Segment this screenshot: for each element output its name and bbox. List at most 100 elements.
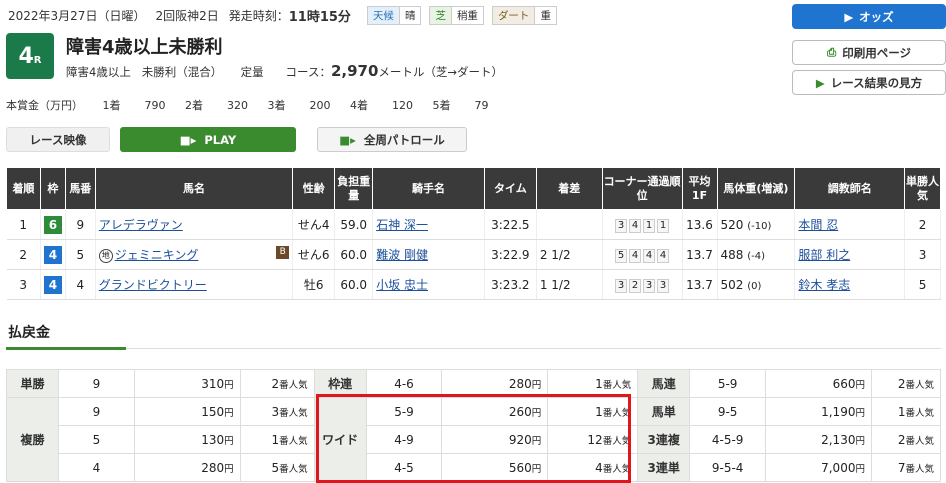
col-waku[interactable]: 枠 <box>39 167 66 210</box>
horse-name-link[interactable]: グランドビクトリー <box>99 278 207 292</box>
trainer-link[interactable]: 服部 利之 <box>798 248 850 262</box>
race-meta: 2022年3月27日（日曜） 2回阪神2日 発走時刻： 11時15分 天候晴 芝… <box>8 6 561 25</box>
win-amount: 310円 <box>133 369 241 398</box>
play-button[interactable]: ■▸ PLAY <box>120 127 296 152</box>
col-number[interactable]: 馬番 <box>64 167 96 210</box>
col-weight[interactable]: 負担重量 <box>334 167 374 210</box>
margin: 1 1/2 <box>536 269 603 300</box>
corner-positions: 3233 <box>602 269 683 300</box>
col-time[interactable]: タイム <box>483 167 537 210</box>
col-jockey[interactable]: 騎手名 <box>372 167 485 210</box>
divider <box>6 348 941 349</box>
trio-amount: 2,130円 <box>765 425 872 454</box>
bet-type-place: 複勝 <box>6 397 59 482</box>
col-popularity[interactable]: 単勝人気 <box>904 167 941 210</box>
odds-label: オッズ <box>859 9 894 24</box>
table-row: 1 6 9 アレデラヴァン せん4 59.0 石神 深一 3:22.5 3411… <box>6 209 941 240</box>
trainer-link[interactable]: 本間 忍 <box>798 218 838 232</box>
jockey-cell: 難波 剛健 <box>372 239 485 270</box>
patrol-label: 全周パトロール <box>363 132 445 147</box>
jockey-link[interactable]: 難波 剛健 <box>376 248 428 262</box>
play-label: PLAY <box>204 132 237 147</box>
weather-label: 天候 <box>366 6 400 25</box>
table-row: 3 4 4 グランドビクトリー 牡6 60.0 小坂 忠士 3:23.2 1 1… <box>6 269 941 300</box>
print-page-button[interactable]: ⎙ 印刷用ページ <box>792 40 946 65</box>
horse-name-link[interactable]: アレデラヴァン <box>99 218 183 232</box>
odds-button[interactable]: ▶ オッズ <box>792 4 946 29</box>
col-avg-1f[interactable]: 平均1F <box>681 167 718 210</box>
col-trainer[interactable]: 調教師名 <box>794 167 906 210</box>
carried-weight: 59.0 <box>334 209 374 240</box>
turf-value: 稍重 <box>451 6 484 25</box>
bet-type-win: 単勝 <box>6 369 59 398</box>
place-popularity: 5番人気 <box>239 453 315 482</box>
video-camera-icon: ■▸ <box>179 132 197 147</box>
waku-cell: 6 <box>40 209 66 240</box>
sex-age: せん6 <box>292 239 336 270</box>
weather-value: 晴 <box>399 6 422 25</box>
local-horse-mark-icon: 地 <box>98 248 113 263</box>
trainer-link[interactable]: 鈴木 孝志 <box>798 278 850 292</box>
place-number: 9 <box>57 397 135 426</box>
col-body-weight[interactable]: 馬体重(増減) <box>716 167 796 210</box>
col-margin[interactable]: 着差 <box>535 167 603 210</box>
results-header-row: 着順 枠 馬番 馬名 性齢 負担重量 騎手名 タイム 着差 コーナー通過順位 平… <box>6 167 941 210</box>
exacta-number: 9-5 <box>689 397 767 426</box>
avg-1f: 13.7 <box>682 269 718 300</box>
guide-label: レース結果の見方 <box>830 75 923 90</box>
body-weight: 502 (0) <box>717 269 796 300</box>
waku-cell: 4 <box>40 239 66 270</box>
course-label: コース： <box>285 65 331 79</box>
prize-label: 本賞金（万円） <box>6 99 83 112</box>
waku-cell: 4 <box>40 269 66 300</box>
trainer-cell: 服部 利之 <box>794 239 906 270</box>
trio-popularity: 2番人気 <box>870 425 942 454</box>
trifecta-number: 9-5-4 <box>689 453 767 482</box>
col-corner[interactable]: コーナー通過順位 <box>601 167 683 210</box>
margin <box>536 209 603 240</box>
place-amount: 130円 <box>133 425 241 454</box>
col-rank[interactable]: 着順 <box>6 167 41 210</box>
rank: 3 <box>6 269 41 300</box>
horse-cell: 地ジェミニキング B <box>95 239 294 270</box>
horse-name-link[interactable]: ジェミニキング <box>115 248 199 262</box>
race-number-badge: 4R <box>6 33 54 79</box>
trifecta-popularity: 7番人気 <box>870 453 942 482</box>
print-label: 印刷用ページ <box>842 45 911 60</box>
payout-heading: 払戻金 <box>8 325 50 341</box>
heading-underline <box>6 347 126 350</box>
bet-type-trifecta: 3連単 <box>637 453 691 482</box>
bet-type-exacta: 馬単 <box>637 397 691 426</box>
prize-3: 3着 200 <box>267 99 331 112</box>
waku-badge: 4 <box>43 245 62 264</box>
results-table: 着順 枠 馬番 馬名 性齢 負担重量 騎手名 タイム 着差 コーナー通過順位 平… <box>6 167 941 300</box>
popularity: 3 <box>904 239 941 270</box>
video-camera-icon: ■▸ <box>339 132 356 147</box>
finish-time: 3:23.2 <box>484 269 537 300</box>
dirt-label: ダート <box>491 6 536 25</box>
jockey-link[interactable]: 小坂 忠士 <box>376 278 428 292</box>
printer-icon: ⎙ <box>827 45 837 59</box>
quinella-popularity: 2番人気 <box>870 369 942 398</box>
popularity: 2 <box>904 209 941 240</box>
jockey-link[interactable]: 石神 深一 <box>376 218 428 232</box>
bet-type-trio: 3連複 <box>637 425 691 454</box>
horse-number: 5 <box>65 239 96 270</box>
prize-2: 2着 320 <box>185 99 248 112</box>
race-weight-rule: 定量 <box>240 65 264 79</box>
sex-age: 牡6 <box>292 269 336 300</box>
horse-number: 9 <box>65 209 96 240</box>
col-horse[interactable]: 馬名 <box>94 167 294 210</box>
results-guide-button[interactable]: ▶ レース結果の見方 <box>792 70 946 95</box>
body-weight: 520 (-10) <box>717 209 796 240</box>
body-weight: 488 (-4) <box>717 239 796 270</box>
carried-weight: 60.0 <box>334 269 374 300</box>
bet-type-quinella: 馬連 <box>637 369 691 398</box>
col-sex-age[interactable]: 性齢 <box>292 167 336 210</box>
exacta-amount: 1,190円 <box>765 397 872 426</box>
race-number: 4 <box>18 43 34 69</box>
patrol-video-button[interactable]: ■▸ 全周パトロール <box>317 127 467 152</box>
race-age-condition: 障害4歳以上 <box>66 65 131 79</box>
arrow-circle-icon: ▶ <box>815 75 825 90</box>
trainer-cell: 鈴木 孝志 <box>794 269 906 300</box>
